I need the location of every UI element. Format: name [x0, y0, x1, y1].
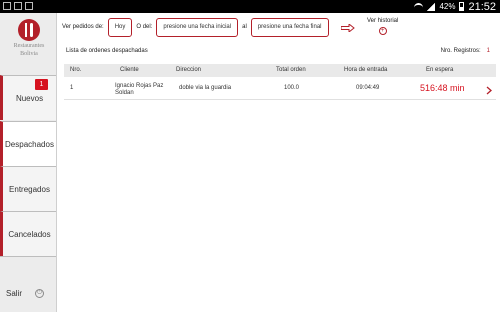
list-title: Lista de ordenes despachadas	[66, 48, 148, 54]
column-header: Total orden	[276, 67, 306, 73]
sidebar-item-label: Entregados	[9, 184, 50, 194]
wifi-icon	[414, 3, 424, 10]
history-button[interactable]: Ver historial +	[367, 18, 398, 35]
table-row[interactable]: 1 Ignacio Rojas Paz Soldan doble via la …	[64, 80, 496, 100]
cell-total: 100.0	[284, 85, 300, 91]
cell-espera: 516:48 min	[420, 83, 465, 93]
column-header: Nro.	[70, 67, 82, 73]
status-bar: 42% 21:52	[0, 0, 500, 13]
records-count: Nro. Registros: 1	[441, 48, 490, 54]
today-button[interactable]: Hoy	[107, 17, 133, 37]
view-orders-label: Ver pedidos de:	[62, 24, 104, 30]
sidebar: Restaurantes Bolivia Nuevos 1 Despachado…	[0, 13, 57, 312]
sidebar-item-entregados[interactable]: Entregados	[0, 166, 56, 211]
table-header: Nro. Cliente Direccion Total orden Hora …	[64, 64, 496, 77]
cell-direccion: doble via la guardia	[179, 85, 232, 91]
sidebar-divider	[0, 256, 56, 257]
notification-icons	[3, 2, 33, 10]
new-orders-badge: 1	[35, 79, 48, 90]
end-date-field[interactable]: presione una fecha final	[250, 17, 329, 37]
sidebar-item-label: Despachados	[5, 139, 54, 149]
sidebar-item-despachados[interactable]: Despachados	[0, 121, 56, 166]
clock: 21:52	[468, 0, 496, 13]
cell-nro: 1	[70, 85, 74, 91]
records-number: 1	[486, 48, 490, 54]
column-header: Direccion	[176, 67, 202, 73]
sidebar-item-label: Cancelados	[8, 229, 51, 239]
battery-percent: 42%	[439, 2, 456, 11]
logo-line1: Restaurantes	[13, 43, 45, 49]
exit-button[interactable]: Salir	[6, 289, 22, 298]
cell-cliente: Ignacio Rojas Paz Soldan	[115, 83, 164, 96]
history-add-icon[interactable]: +	[378, 27, 387, 35]
sidebar-item-cancelados[interactable]: Cancelados	[0, 211, 56, 256]
column-header: Hora de entrada	[344, 67, 388, 73]
logo: Restaurantes Bolivia	[8, 19, 50, 57]
battery-icon	[459, 2, 465, 11]
app-notification-icon	[14, 2, 22, 10]
start-date-field[interactable]: presione una fecha inicial	[156, 17, 239, 37]
download-notification-icon	[25, 2, 33, 10]
logo-line2: Bolivia	[20, 51, 38, 57]
column-header: En espera	[426, 67, 454, 73]
chevron-right-icon[interactable]	[486, 86, 492, 101]
arrow-right-icon[interactable]	[340, 24, 355, 32]
image-notification-icon	[3, 2, 11, 10]
column-header: Cliente	[120, 67, 139, 73]
history-label: Ver historial	[367, 18, 399, 24]
power-icon[interactable]: ⏻	[35, 289, 44, 298]
cell-hora: 09:04:49	[356, 85, 380, 91]
records-label: Nro. Registros:	[440, 48, 481, 54]
date-filter: Ver pedidos de: Hoy O del: presione una …	[62, 17, 355, 37]
restaurant-logo-icon	[18, 19, 40, 41]
sidebar-item-label: Nuevos	[15, 93, 44, 103]
from-label: O del:	[136, 24, 153, 30]
to-label: al	[242, 24, 247, 30]
signal-icon	[427, 2, 436, 11]
